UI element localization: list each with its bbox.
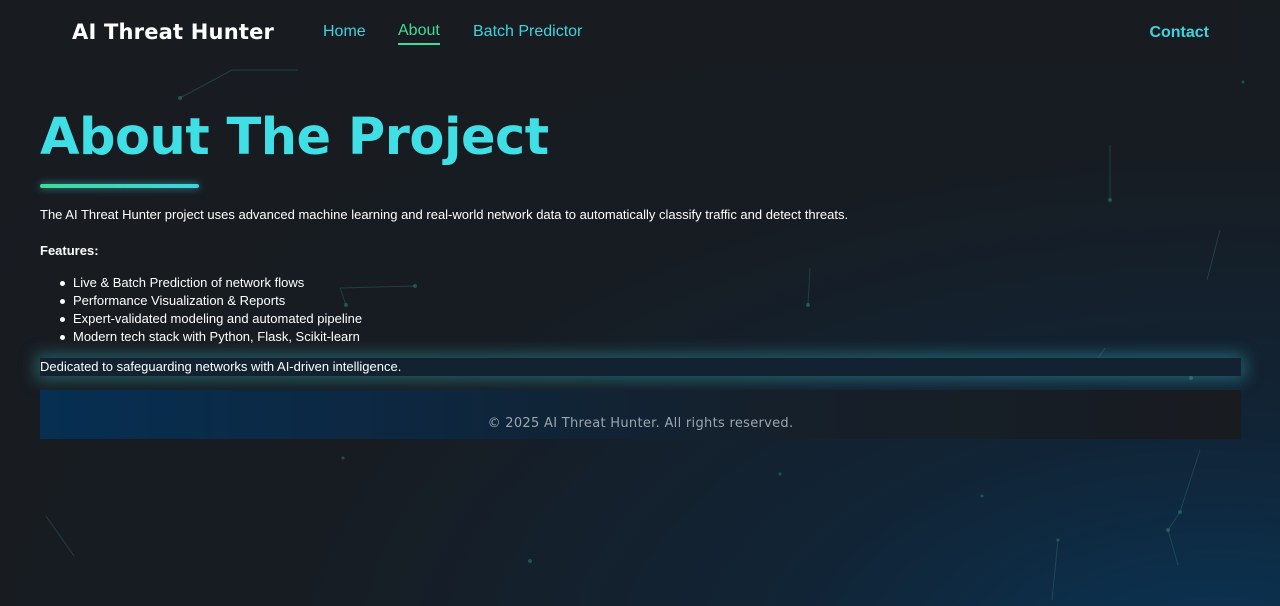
nav-link-batch-predictor[interactable]: Batch Predictor (473, 23, 582, 41)
nav-link-about[interactable]: About (398, 22, 440, 45)
brand-logo-text[interactable]: AI Threat Hunter (72, 20, 274, 44)
footer: © 2025 AI Threat Hunter. All rights rese… (40, 390, 1241, 439)
page-title: About The Project (40, 108, 549, 167)
features-heading: Features: (40, 243, 99, 258)
title-underline (40, 184, 199, 188)
list-item: Performance Visualization & Reports (40, 292, 362, 310)
nav-link-contact[interactable]: Contact (1149, 24, 1209, 42)
intro-paragraph: The AI Threat Hunter project uses advanc… (40, 207, 849, 222)
navbar: AI Threat Hunter Home About Batch Predic… (40, 0, 1240, 66)
nav-link-home[interactable]: Home (323, 23, 366, 41)
list-item: Expert-validated modeling and automated … (40, 310, 362, 328)
list-item: Live & Batch Prediction of network flows (40, 274, 362, 292)
list-item: Modern tech stack with Python, Flask, Sc… (40, 328, 362, 346)
footer-copyright: © 2025 AI Threat Hunter. All rights rese… (487, 416, 794, 431)
tagline-banner: Dedicated to safeguarding networks with … (40, 358, 1241, 376)
feature-list: Live & Batch Prediction of network flows… (40, 274, 362, 346)
